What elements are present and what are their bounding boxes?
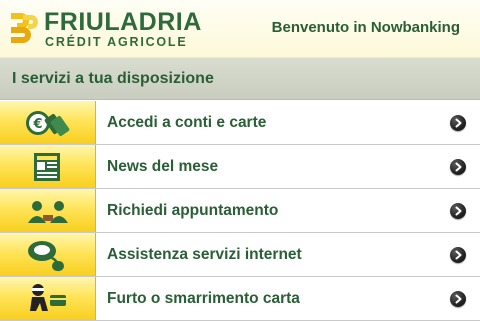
chevron-right-icon[interactable] <box>450 159 466 175</box>
menu-item-label: Assistenza servizi internet <box>107 246 302 263</box>
friuladria-logo: FRIULADRIA CRÉDIT AGRICOLE <box>9 9 201 49</box>
menu-icon-cell <box>0 145 96 188</box>
chevron-right-icon[interactable] <box>450 115 466 131</box>
menu-item-card-theft[interactable]: Furto o smarrimento carta <box>0 277 480 321</box>
chevron-right-icon[interactable] <box>450 203 466 219</box>
menu-icon-cell <box>0 189 96 232</box>
people-meeting-icon <box>28 201 68 223</box>
section-header: I servizi a tua disposizione <box>0 57 480 100</box>
menu-item-news[interactable]: News del mese <box>0 145 480 189</box>
brand-subtitle: CRÉDIT AGRICOLE <box>45 35 188 49</box>
thief-card-icon <box>30 284 66 311</box>
logo-mark-icon <box>11 13 38 43</box>
menu-item-label: Richiedi appuntamento <box>107 202 279 219</box>
menu-icon-cell <box>0 233 96 276</box>
svg-text:€: € <box>32 117 42 132</box>
newspaper-icon <box>34 153 60 181</box>
menu-item-appointment[interactable]: Richiedi appuntamento <box>0 189 480 233</box>
menu-item-internet-support[interactable]: Assistenza servizi internet <box>0 233 480 277</box>
euro-coins-icon: € <box>26 111 70 137</box>
menu-item-label: News del mese <box>107 158 219 175</box>
chevron-right-icon[interactable] <box>450 291 466 307</box>
support-mouse-icon <box>28 241 64 272</box>
section-title: I servizi a tua disposizione <box>12 70 214 87</box>
chevron-right-icon[interactable] <box>450 247 466 263</box>
welcome-text: Benvenuto in Nowbanking <box>271 19 460 36</box>
menu-icon-cell: € <box>0 101 96 144</box>
app-header: FRIULADRIA CRÉDIT AGRICOLE Benvenuto in … <box>0 0 480 57</box>
brand-name: FRIULADRIA <box>44 8 202 36</box>
menu-item-label: Furto o smarrimento carta <box>107 290 300 307</box>
menu-item-label: Accedi a conti e carte <box>107 114 267 131</box>
menu-item-accounts-cards[interactable]: € Accedi a conti e carte <box>0 101 480 145</box>
menu-icon-cell <box>0 277 96 320</box>
services-menu: € Accedi a conti e carte News del mese R… <box>0 101 480 321</box>
